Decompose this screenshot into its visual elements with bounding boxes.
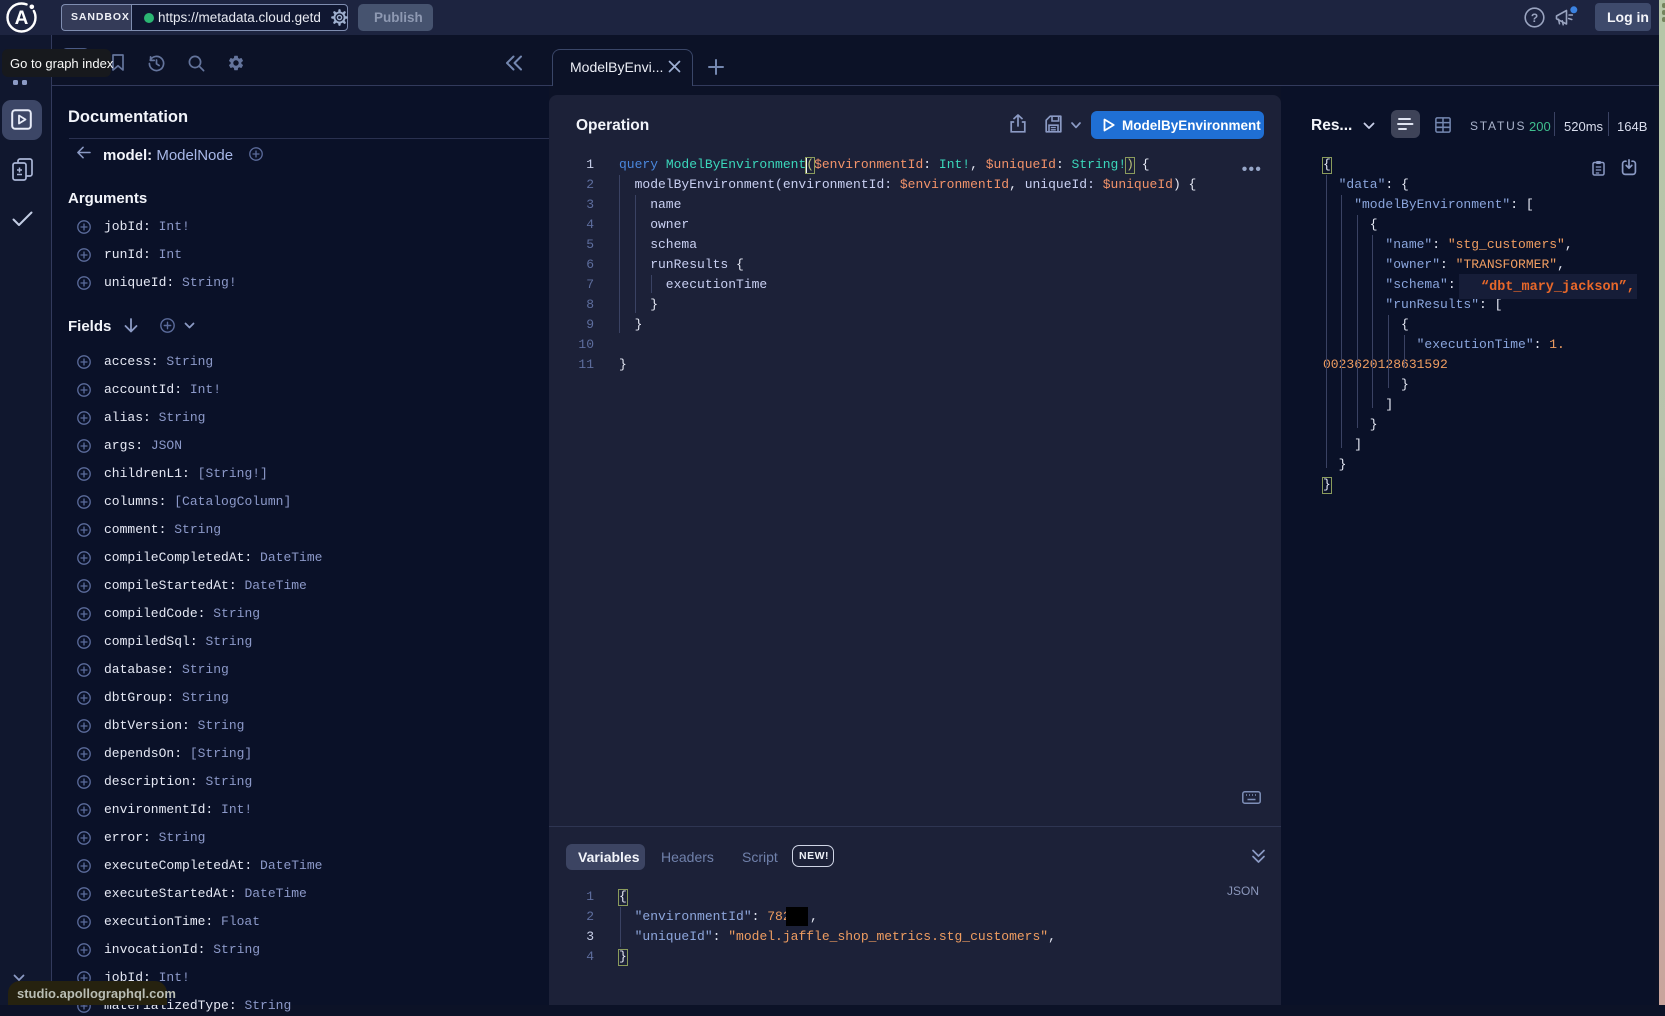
svg-text:?: ? bbox=[1531, 11, 1538, 25]
svg-text:A: A bbox=[15, 8, 29, 29]
